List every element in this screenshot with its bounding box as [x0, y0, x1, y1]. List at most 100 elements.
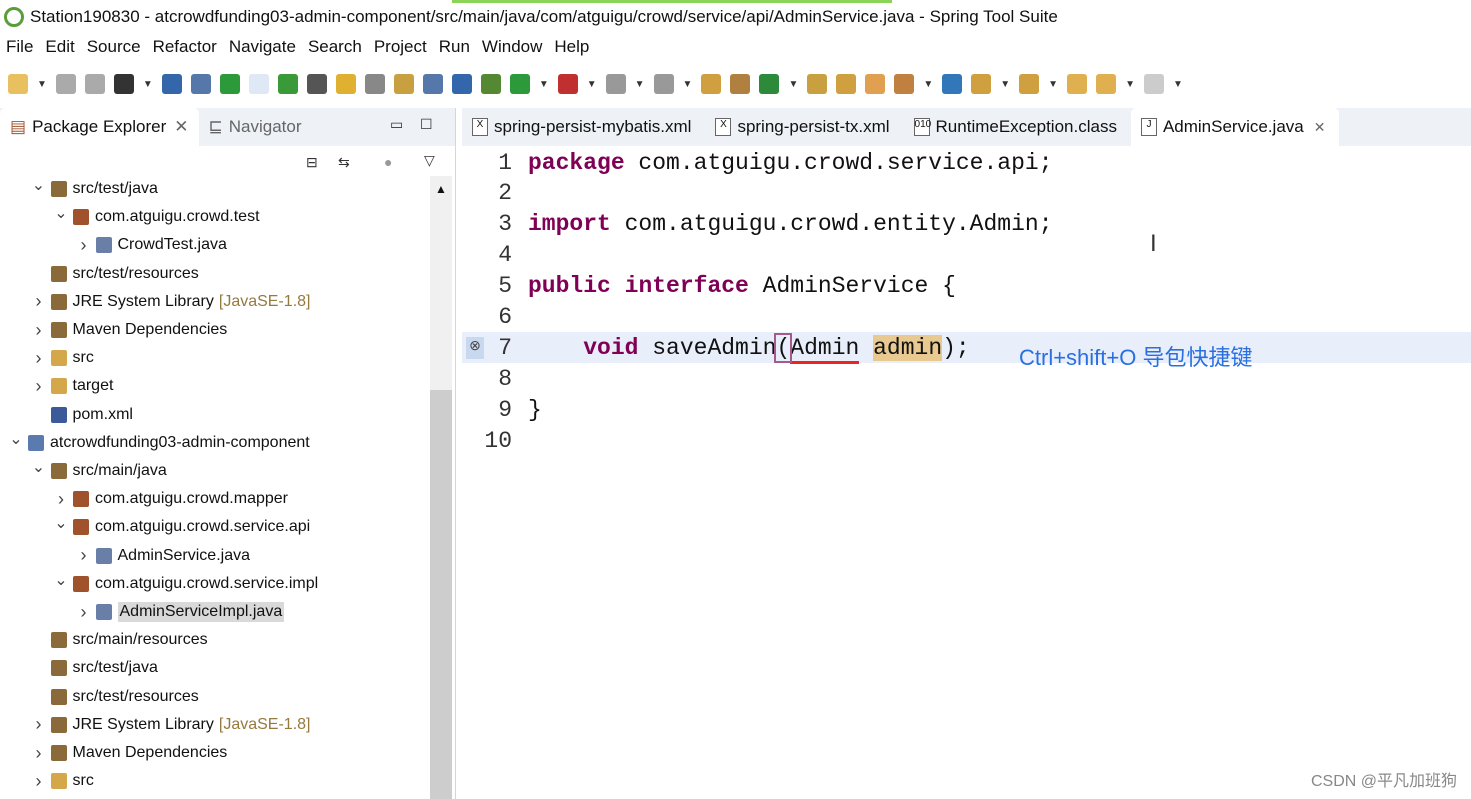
dropdown-arrow-icon[interactable]: ▼	[1173, 79, 1183, 90]
chevron-right-icon[interactable]: ›	[76, 545, 92, 566]
dropdown-arrow-icon[interactable]: ▼	[923, 79, 933, 90]
close-icon[interactable]: ✕	[174, 117, 188, 137]
footprint-icon[interactable]	[364, 74, 385, 94]
tree-item[interactable]: › target	[31, 373, 114, 399]
back-icon[interactable]	[1096, 74, 1117, 94]
tree-item[interactable]: ⌄ com.atguigu.crowd.test	[53, 204, 260, 230]
tree-item[interactable]: ⌄ src/test/java	[31, 176, 158, 202]
tab-navigator[interactable]: ⊑ Navigator	[199, 108, 312, 146]
chevron-right-icon[interactable]: ›	[31, 291, 47, 312]
dropdown-arrow-icon[interactable]: ▼	[1048, 79, 1058, 90]
tree-item[interactable]: › CrowdTest.java	[76, 232, 227, 258]
quick-fix-marker-icon[interactable]: ⊗	[466, 337, 484, 359]
new-package-icon[interactable]	[730, 74, 751, 94]
tree-item[interactable]: › AdminServiceImpl.java	[76, 599, 285, 625]
stop-all-icon[interactable]	[653, 74, 674, 94]
skip-breakpoints-icon[interactable]	[190, 74, 211, 94]
chevron-down-icon[interactable]: ⌄	[53, 203, 69, 223]
open-file-icon[interactable]	[836, 74, 857, 94]
profile-icon[interactable]	[113, 74, 134, 94]
dropdown-arrow-icon[interactable]: ▼	[635, 79, 645, 90]
menu-file[interactable]: File	[0, 37, 39, 57]
next-annotation-icon[interactable]	[971, 74, 992, 94]
menu-search[interactable]: Search	[302, 37, 368, 57]
new-class-icon[interactable]	[759, 74, 780, 94]
tree-item[interactable]: › Maven Dependencies	[31, 740, 228, 766]
scroll-up-icon[interactable]: ▲	[430, 182, 452, 196]
close-icon[interactable]: ✕	[1314, 119, 1326, 136]
toggle-mark-icon[interactable]	[248, 74, 269, 94]
save-icon[interactable]	[55, 74, 76, 94]
tree-item[interactable]: › Maven Dependencies	[31, 317, 228, 343]
chevron-right-icon[interactable]: ›	[31, 714, 47, 735]
menu-source[interactable]: Source	[81, 37, 147, 57]
tree-item[interactable]: › src	[31, 345, 94, 371]
menu-project[interactable]: Project	[368, 37, 433, 57]
menu-navigate[interactable]: Navigate	[223, 37, 302, 57]
tree-item[interactable]: src/main/resources	[31, 627, 208, 653]
spring-dashboard-icon[interactable]	[277, 74, 298, 94]
scrollbar-thumb[interactable]	[430, 390, 452, 799]
dropdown-arrow-icon[interactable]: ▼	[1125, 79, 1135, 90]
maximize-icon[interactable]: ☐	[420, 116, 433, 133]
open-folder-icon[interactable]	[807, 74, 828, 94]
editor-tab[interactable]: J AdminService.java ✕	[1130, 108, 1340, 146]
chevron-right-icon[interactable]: ›	[31, 348, 47, 369]
tree-item[interactable]: ⌄ com.atguigu.crowd.service.impl	[53, 571, 318, 597]
tree-item[interactable]: › src	[31, 768, 94, 794]
dropdown-arrow-icon[interactable]: ▼	[143, 79, 153, 90]
menu-window[interactable]: Window	[476, 37, 548, 57]
run-external-icon[interactable]	[557, 74, 578, 94]
link-editor-icon[interactable]: ⇆	[338, 154, 350, 171]
save-all-icon[interactable]	[84, 74, 105, 94]
pin-icon[interactable]	[306, 74, 327, 94]
chevron-right-icon[interactable]: ›	[76, 235, 92, 256]
pilcrow-icon[interactable]	[451, 74, 472, 94]
tree-item[interactable]: › JRE System Library [JavaSE-1.8]	[31, 289, 311, 315]
code-area[interactable]: 1 package com.atguigu.crowd.service.api; 2…	[462, 146, 1471, 799]
tree-item[interactable]: ⌄ src/main/java	[31, 458, 167, 484]
minimize-icon[interactable]: ▭	[390, 116, 403, 133]
tree-item[interactable]: ⌄ atcrowdfunding03-admin-component	[8, 430, 310, 456]
pen-icon[interactable]	[865, 74, 886, 94]
forward-icon[interactable]	[1143, 74, 1164, 94]
editor-tab[interactable]: 010 RuntimeException.class	[904, 108, 1131, 146]
collapse-all-icon[interactable]: ⊟	[306, 154, 318, 171]
chevron-right-icon[interactable]: ›	[31, 771, 47, 792]
dropdown-arrow-icon[interactable]: ▼	[539, 79, 549, 90]
run-icon[interactable]	[509, 74, 530, 94]
dropdown-arrow-icon[interactable]: ▼	[37, 79, 47, 90]
open-task-icon[interactable]	[894, 74, 915, 94]
chevron-right-icon[interactable]: ›	[31, 320, 47, 341]
edit-icon[interactable]	[335, 74, 356, 94]
dropdown-arrow-icon[interactable]: ▼	[587, 79, 597, 90]
chevron-right-icon[interactable]: ›	[31, 376, 47, 397]
chevron-down-icon[interactable]: ⌄	[8, 429, 24, 449]
editor-tab[interactable]: Xspring-persist-mybatis.xml	[462, 108, 705, 146]
console-icon[interactable]	[161, 74, 182, 94]
view-menu-icon[interactable]: ▽	[424, 152, 435, 169]
new-icon[interactable]	[8, 74, 28, 94]
menu-run[interactable]: Run	[433, 37, 476, 57]
stop-icon[interactable]	[605, 74, 626, 94]
editor-tab[interactable]: Xspring-persist-tx.xml	[705, 108, 903, 146]
tree-item[interactable]: › AdminService.java	[76, 543, 251, 569]
chevron-down-icon[interactable]: ⌄	[31, 175, 47, 195]
tree-item[interactable]: › com.atguigu.crowd.mapper	[53, 486, 288, 512]
menu-help[interactable]: Help	[548, 37, 595, 57]
chevron-down-icon[interactable]: ⌄	[31, 457, 47, 477]
block-icon[interactable]	[422, 74, 443, 94]
chevron-right-icon[interactable]: ›	[31, 743, 47, 764]
tree-item[interactable]: src/test/resources	[31, 261, 199, 287]
focus-icon[interactable]: ●	[384, 154, 392, 170]
menu-refactor[interactable]: Refactor	[147, 37, 223, 57]
tree-item[interactable]: pom.xml	[31, 402, 133, 428]
chevron-down-icon[interactable]: ⌄	[53, 570, 69, 590]
debug-icon[interactable]	[480, 74, 501, 94]
last-edit-icon[interactable]	[1067, 74, 1088, 94]
tab-package-explorer[interactable]: ▤ Package Explorer ✕	[0, 108, 199, 146]
chevron-right-icon[interactable]: ›	[53, 489, 69, 510]
tree-item[interactable]: › JRE System Library [JavaSE-1.8]	[31, 712, 311, 738]
prev-annotation-icon[interactable]	[1019, 74, 1040, 94]
tree-item[interactable]: src/test/java	[31, 655, 158, 681]
